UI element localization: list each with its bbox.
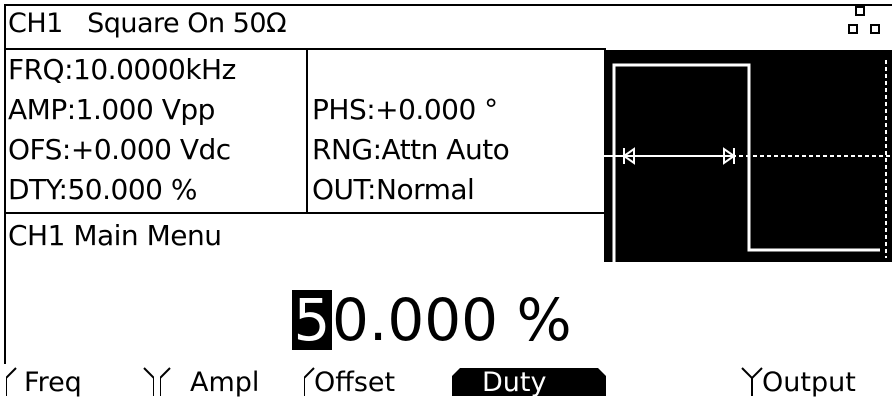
softkey-freq[interactable]: Freq [6, 366, 154, 396]
menu-title: CH1 Main Menu [8, 219, 222, 252]
params-divider [306, 48, 308, 214]
waveform-preview [604, 50, 892, 262]
softkey-blank[interactable] [606, 366, 752, 396]
softkey-duty[interactable]: Duty [452, 366, 606, 396]
generator-display: CH1 Square On 50Ω FRQ:10.0000kHz AMP:1.0… [0, 0, 892, 396]
softkey-freq-label: Freq [24, 367, 82, 398]
softkey-offset-label: Offset [314, 367, 396, 398]
channel-grid-icon [848, 6, 888, 40]
param-range: RNG:Attn Auto [312, 133, 510, 166]
softkey-ampl-label: Ampl [190, 367, 260, 398]
softkey-offset[interactable]: Offset [304, 366, 452, 396]
channel-status-title: CH1 Square On 50Ω [8, 8, 287, 39]
param-duty: DTY:50.000 % [8, 173, 197, 206]
title-bar [4, 4, 892, 6]
softkey-duty-label: Duty [482, 367, 547, 398]
param-output: OUT:Normal [312, 173, 475, 206]
param-offset: OFS:+0.000 Vdc [8, 133, 231, 166]
param-phase: PHS:+0.000 ° [312, 93, 498, 126]
softkey-ampl[interactable]: Ampl [160, 366, 302, 396]
edit-value-text: 0.000 % [332, 286, 572, 354]
param-frequency: FRQ:10.0000kHz [8, 53, 236, 86]
softkey-output-label: Output [762, 367, 856, 398]
softkey-output[interactable]: Output [752, 366, 892, 396]
square-wave-trace [612, 63, 880, 262]
square-wave-graphic [604, 60, 892, 262]
param-amplitude: AMP:1.000 Vpp [8, 93, 215, 126]
edit-cursor-digit[interactable]: 5 [292, 290, 332, 350]
